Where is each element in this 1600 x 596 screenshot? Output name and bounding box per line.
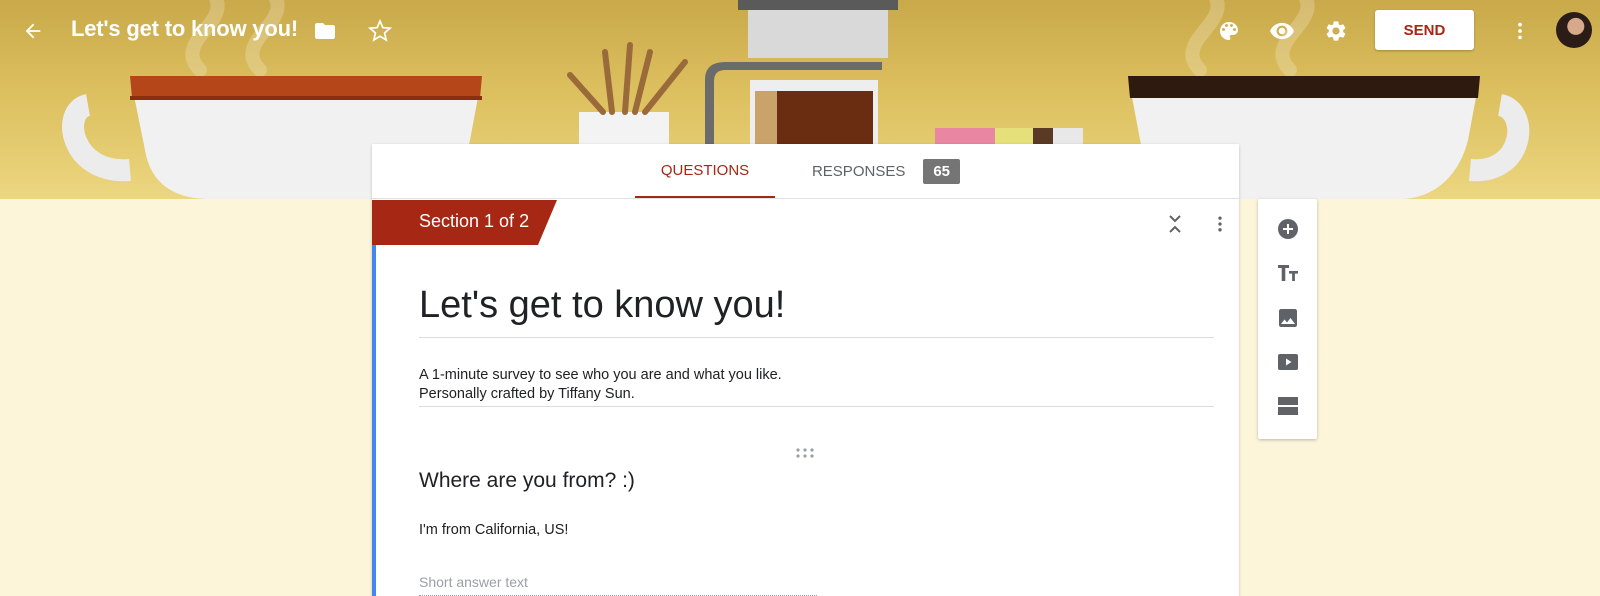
back-arrow-icon[interactable] bbox=[13, 11, 53, 51]
form-title[interactable]: Let's get to know you! bbox=[419, 284, 785, 327]
folder-icon[interactable] bbox=[305, 11, 345, 51]
section-more-icon[interactable] bbox=[1206, 210, 1234, 238]
description-line-2: Personally crafted by Tiffany Sun. bbox=[419, 386, 635, 402]
add-video-icon[interactable] bbox=[1273, 347, 1303, 377]
tab-questions[interactable]: QUESTIONS bbox=[635, 144, 775, 198]
top-app-bar: Let's get to know you! SEND bbox=[0, 0, 1600, 62]
floating-toolbar bbox=[1258, 199, 1317, 439]
star-icon[interactable] bbox=[360, 11, 400, 51]
add-question-icon[interactable] bbox=[1273, 214, 1303, 244]
section-label: Section 1 of 2 bbox=[419, 211, 530, 231]
add-image-icon[interactable] bbox=[1273, 303, 1303, 333]
tab-responses[interactable]: RESPONSES 65 bbox=[796, 144, 976, 198]
section-1: Section 1 of 2 Let's get to know you! A … bbox=[372, 200, 1239, 596]
responses-count-badge: 65 bbox=[923, 158, 961, 184]
tab-questions-label: QUESTIONS bbox=[660, 161, 750, 179]
send-button[interactable]: SEND bbox=[1375, 10, 1474, 50]
collapse-section-icon[interactable] bbox=[1161, 210, 1189, 238]
add-section-icon[interactable] bbox=[1273, 391, 1303, 421]
description-line-1: A 1-minute survey to see who you are and… bbox=[419, 367, 782, 383]
short-answer-placeholder: Short answer text bbox=[419, 574, 528, 590]
tab-responses-label: RESPONSES bbox=[811, 162, 906, 180]
eye-icon[interactable] bbox=[1262, 11, 1302, 51]
question-answer: I'm from California, US! bbox=[419, 522, 569, 538]
add-title-icon[interactable] bbox=[1273, 258, 1303, 288]
tab-bar: QUESTIONS RESPONSES 65 bbox=[372, 144, 1239, 199]
question-title[interactable]: Where are you from? :) bbox=[419, 469, 635, 493]
active-section-indicator bbox=[372, 245, 376, 596]
form-card: QUESTIONS RESPONSES 65 Section 1 of 2 Le… bbox=[372, 144, 1239, 596]
avatar[interactable] bbox=[1556, 12, 1592, 48]
drag-handle-icon[interactable] bbox=[795, 448, 815, 458]
palette-icon[interactable] bbox=[1209, 11, 1249, 51]
form-description[interactable]: A 1-minute survey to see who you are and… bbox=[419, 366, 782, 404]
document-title[interactable]: Let's get to know you! bbox=[71, 16, 298, 42]
description-underline bbox=[419, 406, 1214, 407]
gear-icon[interactable] bbox=[1316, 11, 1356, 51]
more-vert-icon[interactable] bbox=[1500, 11, 1540, 51]
title-underline bbox=[419, 337, 1214, 338]
